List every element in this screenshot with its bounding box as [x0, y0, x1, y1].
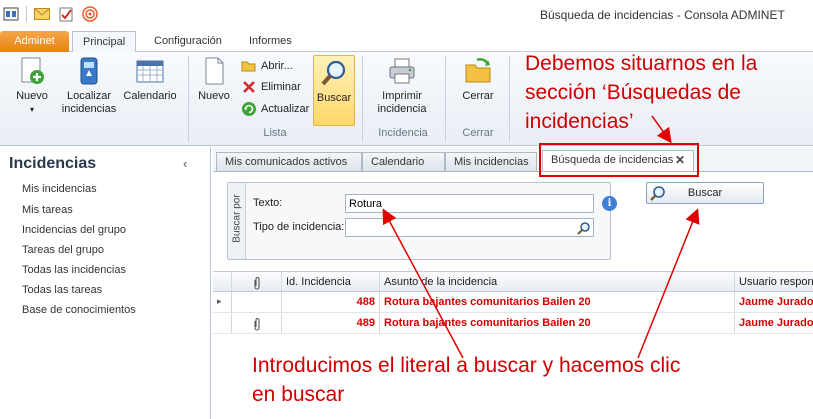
arrow-to-buscar — [637, 208, 700, 359]
arrow-to-tab — [651, 115, 672, 144]
arrow-to-texto — [382, 208, 464, 359]
annotation-arrows — [382, 115, 700, 359]
